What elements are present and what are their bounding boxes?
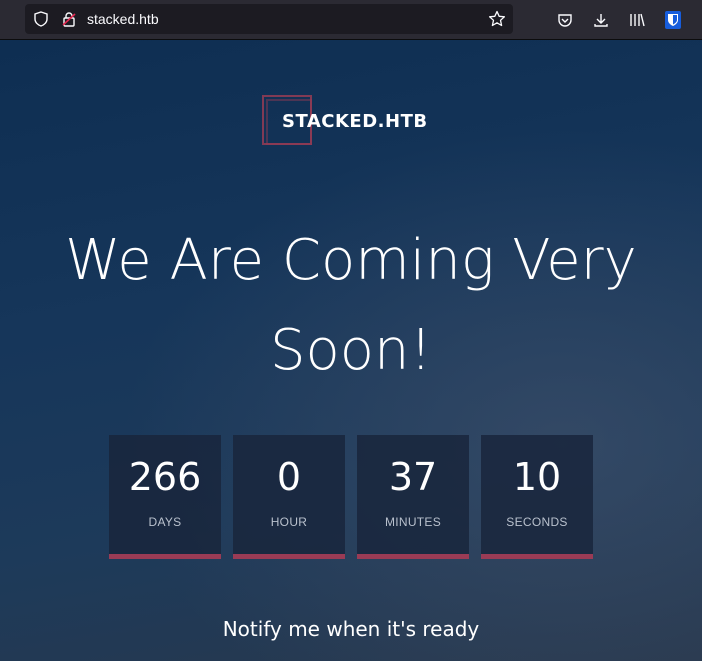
countdown-value: 0 [276, 455, 302, 499]
countdown-timer: 266 DAYS 0 HOUR 37 MINUTES 10 SECONDS [109, 435, 593, 559]
browser-toolbar: stacked.htb [0, 0, 702, 40]
site-logo[interactable]: STACKED.HTB [262, 95, 432, 147]
logo-text: STACKED.HTB [282, 111, 428, 132]
notify-link[interactable]: Notify me when it's ready [0, 617, 702, 641]
countdown-seconds: 10 SECONDS [481, 435, 593, 559]
url-text[interactable]: stacked.htb [87, 11, 159, 27]
countdown-label: SECONDS [506, 515, 568, 529]
countdown-minutes: 37 MINUTES [357, 435, 469, 559]
shield-icon[interactable] [30, 8, 52, 30]
download-icon[interactable] [590, 9, 612, 31]
countdown-days: 266 DAYS [109, 435, 221, 559]
url-bar[interactable]: stacked.htb [25, 4, 513, 34]
page-headline: We Are Coming Very Soon! [0, 216, 702, 396]
bookmark-star-icon[interactable] [486, 8, 508, 30]
countdown-hours: 0 HOUR [233, 435, 345, 559]
countdown-label: DAYS [148, 515, 182, 529]
countdown-value: 266 [128, 455, 202, 499]
countdown-value: 10 [512, 455, 562, 499]
countdown-value: 37 [388, 455, 438, 499]
bitwarden-icon[interactable] [662, 9, 684, 31]
headline-line-2: Soon! [269, 318, 432, 383]
insecure-lock-icon[interactable] [58, 8, 80, 30]
countdown-label: MINUTES [384, 515, 442, 529]
page-content: STACKED.HTB We Are Coming Very Soon! 266… [0, 40, 702, 661]
headline-line-1: We Are Coming Very [65, 228, 637, 293]
pocket-icon[interactable] [554, 9, 576, 31]
library-icon[interactable] [626, 9, 648, 31]
countdown-label: HOUR [270, 515, 308, 529]
